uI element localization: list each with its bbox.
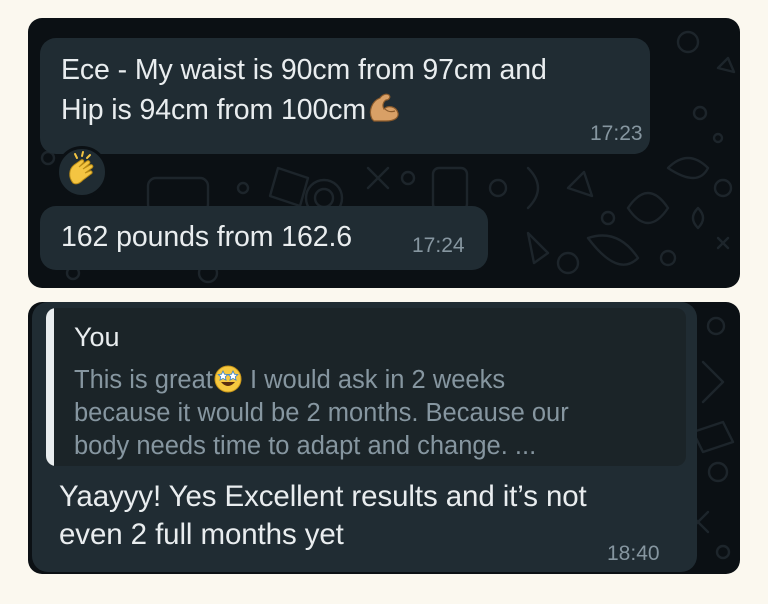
quoted-author: You — [74, 322, 120, 352]
chat-panel-bottom: You This is great I would ask in 2 weeks… — [28, 302, 740, 574]
message-line-2-text: Hip is 94cm from 100cm — [61, 94, 367, 126]
quoted-message[interactable]: You This is great I would ask in 2 weeks… — [46, 308, 686, 466]
message-text: Ece - My waist is 90cm from 97cm and Hip… — [61, 51, 641, 129]
message-time: 17:24 — [412, 234, 465, 257]
message-bubble-1[interactable]: Ece - My waist is 90cm from 97cm and Hip… — [40, 38, 650, 154]
quoted-line-2: because it would be 2 months. Because ou… — [74, 399, 569, 427]
quoted-line-3: body needs time to adapt and change. ... — [74, 432, 537, 460]
clapping-hands-icon — [69, 151, 94, 185]
message-time: 17:23 — [590, 122, 643, 145]
message-line-1: Yaayyy! Yes Excellent results and it’s n… — [59, 480, 587, 513]
message-time: 18:40 — [607, 542, 660, 565]
chat-panel-top: Ece - My waist is 90cm from 97cm and Hip… — [28, 18, 740, 288]
message-line-2: even 2 full months yet — [59, 518, 344, 551]
message-line-1: Ece - My waist is 90cm from 97cm and — [61, 54, 547, 86]
reply-message-bubble[interactable]: You This is great I would ask in 2 weeks… — [32, 302, 697, 572]
quoted-text-part-2: I would ask in 2 weeks — [242, 366, 506, 394]
message-bubble-2[interactable]: 162 pounds from 162.6 17:24 — [40, 206, 488, 270]
flexed-biceps-emoji — [369, 93, 399, 122]
message-text: Yaayyy! Yes Excellent results and it’s n… — [59, 478, 689, 554]
message-text: 162 pounds from 162.6 — [61, 221, 353, 253]
message-line-2: Hip is 94cm from 100cm — [61, 89, 641, 129]
reaction-badge[interactable] — [56, 146, 108, 198]
star-struck-emoji — [214, 365, 242, 393]
quoted-text: This is great I would ask in 2 weeks bec… — [74, 364, 674, 463]
quoted-line-1: This is great I would ask in 2 weeks — [74, 364, 674, 397]
quote-accent-bar — [46, 308, 54, 466]
quoted-text-part-1: This is great — [74, 366, 213, 394]
